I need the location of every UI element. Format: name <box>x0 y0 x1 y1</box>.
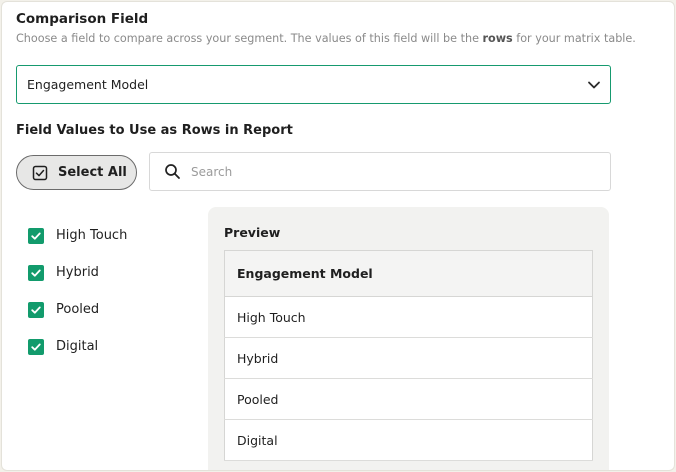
search-icon <box>165 164 180 179</box>
checkmark-icon <box>31 269 41 277</box>
chevron-down-icon <box>588 81 600 89</box>
table-header-row: Engagement Model <box>224 250 593 297</box>
table-header-cell: Engagement Model <box>224 250 593 297</box>
option-label: Digital <box>56 339 99 354</box>
search-input[interactable] <box>191 164 591 179</box>
table-cell: Digital <box>224 419 593 461</box>
option-hybrid[interactable]: Hybrid <box>28 254 127 291</box>
preview-table: Engagement Model High Touch Hybrid Poole… <box>224 250 593 461</box>
table-row: Digital <box>224 419 593 461</box>
option-high-touch[interactable]: High Touch <box>28 217 127 254</box>
checkbox-checked[interactable] <box>28 264 44 281</box>
table-cell: High Touch <box>224 296 593 338</box>
table-row: Hybrid <box>224 337 593 379</box>
checkmark-icon <box>31 306 41 314</box>
option-pooled[interactable]: Pooled <box>28 291 127 328</box>
description-text-start: Choose a field to compare across your se… <box>16 32 483 45</box>
table-cell: Pooled <box>224 378 593 420</box>
description-text-end: for your matrix table. <box>512 32 636 45</box>
checkbox-checked[interactable] <box>28 338 44 355</box>
option-label: High Touch <box>56 228 128 243</box>
checkbox-checked-icon <box>32 165 48 180</box>
checkbox-checked[interactable] <box>28 227 44 244</box>
table-row: Pooled <box>224 378 593 420</box>
checkbox-checked[interactable] <box>28 301 44 318</box>
preview-panel: Preview Engagement Model High Touch Hybr… <box>208 207 609 470</box>
select-all-button[interactable]: Select All <box>16 155 137 190</box>
table-row: High Touch <box>224 296 593 338</box>
field-value-options: High Touch Hybrid Pooled Digital <box>28 217 127 365</box>
option-digital[interactable]: Digital <box>28 328 127 365</box>
preview-title: Preview <box>224 225 281 240</box>
comparison-card: Comparison Field Choose a field to compa… <box>1 1 675 471</box>
comparison-field-title: Comparison Field <box>16 11 149 27</box>
checkmark-icon <box>31 232 41 240</box>
option-label: Hybrid <box>56 265 99 280</box>
table-cell: Hybrid <box>224 337 593 379</box>
comparison-field-select[interactable]: Engagement Model <box>16 65 611 104</box>
comparison-field-value: Engagement Model <box>27 77 149 92</box>
rows-section-title: Field Values to Use as Rows in Report <box>16 123 293 138</box>
select-all-label: Select All <box>58 165 127 180</box>
description-emphasis: rows <box>482 32 513 45</box>
checkmark-icon <box>31 343 41 351</box>
search-box <box>149 152 611 191</box>
comparison-field-description: Choose a field to compare across your se… <box>16 32 636 45</box>
option-label: Pooled <box>56 302 100 317</box>
